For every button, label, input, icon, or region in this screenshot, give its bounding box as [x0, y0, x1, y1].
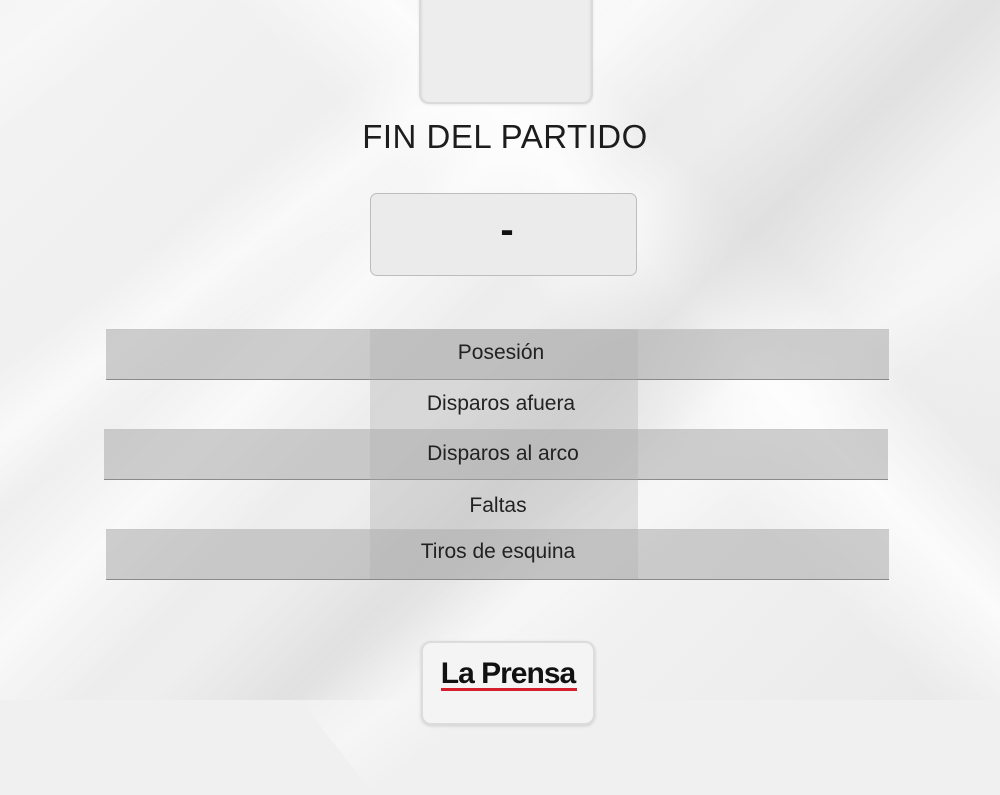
- match-status: FIN DEL PARTIDO: [362, 118, 648, 155]
- stat-label-possession: Posesión: [457, 341, 545, 364]
- brand-name: La Prensa: [440, 657, 576, 690]
- brand-logo: La Prensa: [421, 641, 595, 725]
- score: -: [500, 208, 514, 252]
- brand-underline: [441, 688, 577, 691]
- stat-label-shots-off: Disparos afuera: [426, 392, 576, 415]
- team-logo-placeholder: [419, 0, 593, 104]
- score-box: -: [370, 193, 637, 276]
- stat-label-shots-on: Disparos al arco: [427, 442, 579, 465]
- stat-label-corners: Tiros de esquina: [420, 540, 576, 563]
- stat-label-fouls: Faltas: [469, 494, 527, 517]
